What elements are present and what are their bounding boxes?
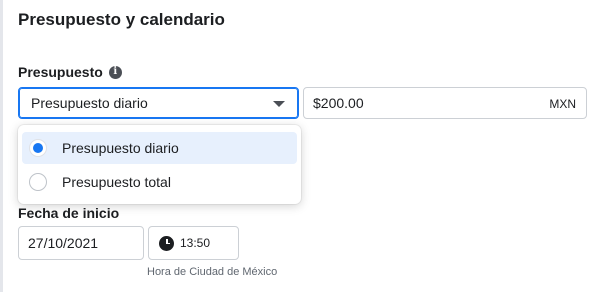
option-label: Presupuesto diario <box>62 140 179 156</box>
caret-down-icon <box>273 101 285 107</box>
timezone-note: Hora de Ciudad de México <box>147 266 278 278</box>
budget-amount-input[interactable]: $200.00 MXN <box>303 87 587 119</box>
option-label: Presupuesto total <box>62 174 171 190</box>
info-icon[interactable]: i <box>108 65 122 79</box>
left-border <box>0 0 3 292</box>
clock-icon <box>159 235 174 251</box>
currency-label: MXN <box>549 97 576 111</box>
option-daily-budget[interactable]: Presupuesto diario <box>22 132 297 164</box>
radio-unselected-icon[interactable] <box>29 173 47 191</box>
start-time-value: 13:50 <box>180 236 211 250</box>
start-date-value: 27/10/2021 <box>28 235 99 251</box>
radio-selected-icon[interactable] <box>29 139 47 157</box>
budget-type-value: Presupuesto diario <box>31 95 148 111</box>
start-time-input[interactable]: 13:50 <box>148 226 239 260</box>
start-date-label: Fecha de inicio <box>18 205 120 221</box>
option-total-budget[interactable]: Presupuesto total <box>22 166 297 198</box>
budget-label-row: Presupuesto i <box>18 64 122 80</box>
budget-type-dropdown: Presupuesto diario Presupuesto total <box>18 125 301 204</box>
budget-label: Presupuesto <box>18 64 103 80</box>
section-title: Presupuesto y calendario <box>18 10 225 29</box>
budget-amount-value: $200.00 <box>313 95 364 111</box>
start-date-input[interactable]: 27/10/2021 <box>18 226 144 260</box>
budget-type-select[interactable]: Presupuesto diario <box>18 87 299 119</box>
